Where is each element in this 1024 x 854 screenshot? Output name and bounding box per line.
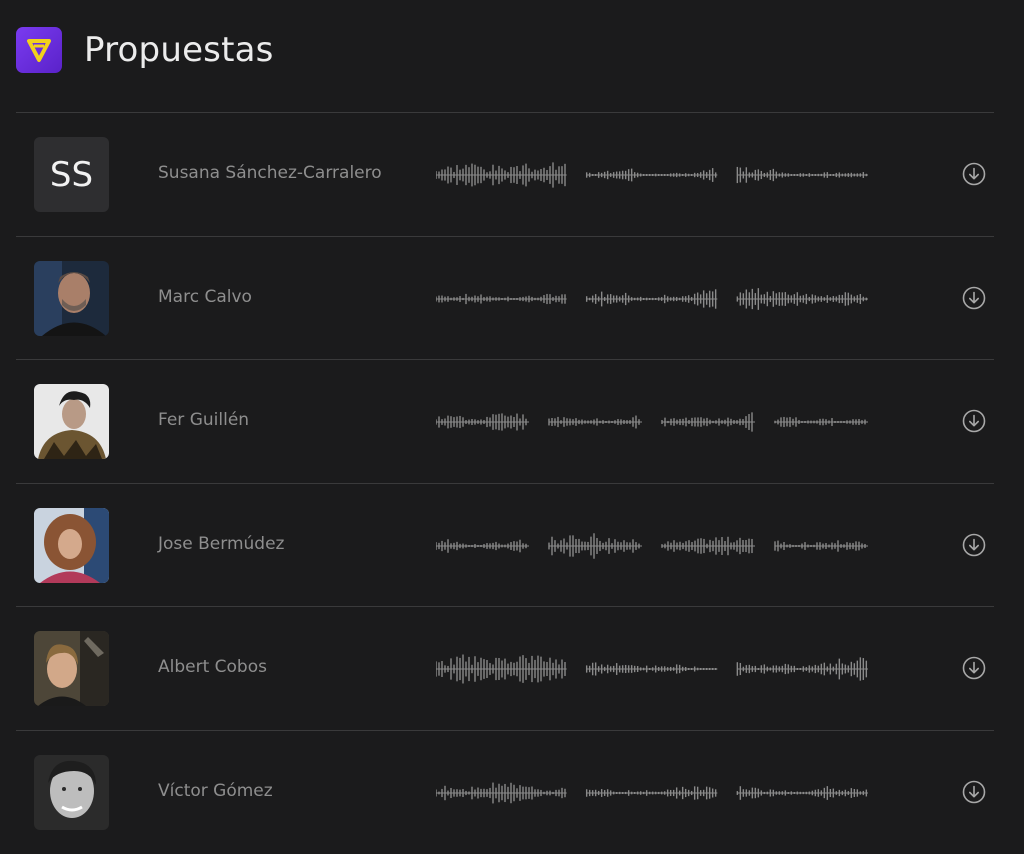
avatar <box>34 384 109 459</box>
list-item: Albert Cobos <box>16 606 994 730</box>
audio-waveform[interactable] <box>436 145 868 205</box>
proposal-name: Jose Bermúdez <box>158 533 285 554</box>
list-item: Fer Guillén <box>16 359 994 483</box>
download-icon[interactable] <box>961 285 987 311</box>
audio-waveform[interactable] <box>436 763 868 823</box>
list-item: Marc Calvo <box>16 235 994 360</box>
proposal-name: Susana Sánchez-Carralero <box>158 163 382 183</box>
list-item: SS Susana Sánchez-Carralero <box>16 112 994 236</box>
triangle-v-logo-icon <box>27 39 51 62</box>
audio-waveform[interactable] <box>436 392 868 452</box>
proposal-name: Marc Calvo <box>158 286 252 307</box>
avatar: SS <box>34 137 109 212</box>
avatar <box>34 260 109 336</box>
avatar <box>34 631 109 706</box>
download-icon[interactable] <box>961 532 987 558</box>
proposals-list: SS Susana Sánchez-Carralero Marc Calvo F… <box>16 112 994 853</box>
download-icon[interactable] <box>961 408 987 434</box>
page-title: Propuestas <box>84 30 274 70</box>
list-item: Víctor Gómez <box>16 729 994 854</box>
page-header: Propuestas <box>16 26 274 74</box>
audio-waveform[interactable] <box>436 269 868 329</box>
avatar <box>34 507 109 583</box>
list-item: Jose Bermúdez <box>16 482 994 607</box>
download-icon[interactable] <box>961 779 987 805</box>
download-icon[interactable] <box>961 655 987 681</box>
avatar <box>34 754 109 830</box>
audio-waveform[interactable] <box>436 639 868 699</box>
audio-waveform[interactable] <box>436 516 868 576</box>
proposal-name: Víctor Gómez <box>158 780 273 801</box>
download-icon[interactable] <box>961 161 987 187</box>
app-logo[interactable] <box>16 27 62 73</box>
proposal-name: Fer Guillén <box>158 410 250 430</box>
proposal-name: Albert Cobos <box>158 657 267 677</box>
